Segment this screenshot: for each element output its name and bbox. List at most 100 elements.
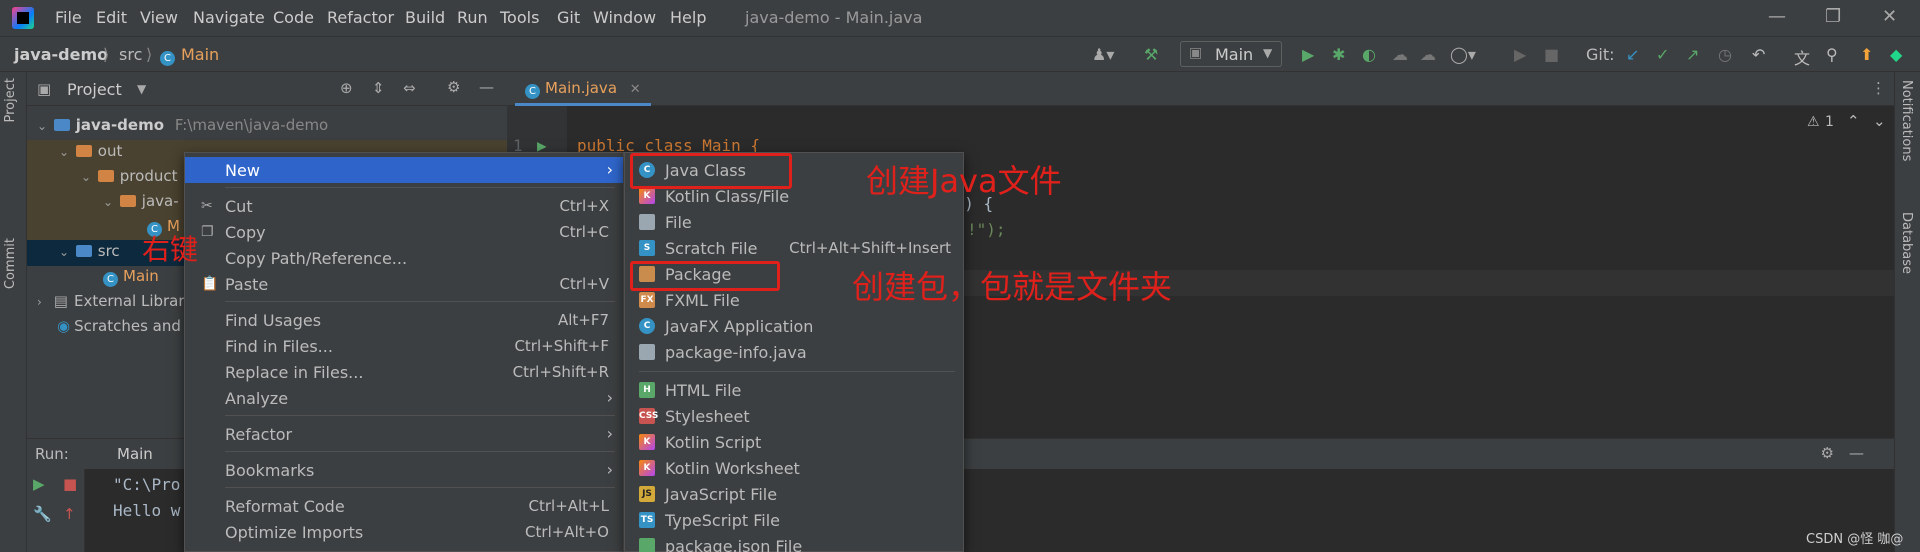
fxml-file-icon: FX xyxy=(639,292,655,308)
run-icon[interactable]: ▶ xyxy=(1302,45,1314,64)
menu-item-new[interactable]: New › xyxy=(185,157,623,183)
breadcrumb-src[interactable]: src xyxy=(119,45,142,64)
search-icon[interactable]: ⚲ xyxy=(1826,45,1838,64)
user-icon[interactable]: ♟▾ xyxy=(1092,45,1114,64)
menu-item-copy-path[interactable]: Copy Path/Reference... xyxy=(185,245,623,271)
highlight-box-package xyxy=(630,261,780,291)
tree-item-src[interactable]: ⌄ src xyxy=(59,242,120,260)
translate-icon[interactable]: 文 xyxy=(1794,45,1810,69)
menu-view[interactable]: View xyxy=(140,8,178,27)
breadcrumb-project[interactable]: java-demo xyxy=(14,45,108,64)
menu-item-cut[interactable]: ✂ Cut Ctrl+X xyxy=(185,193,623,219)
debug-icon[interactable]: ✱ xyxy=(1332,45,1345,64)
submenu-item-typescript-file[interactable]: TS TypeScript File xyxy=(625,507,963,533)
left-tool-stripe: Project Commit xyxy=(0,72,27,552)
breadcrumb-main[interactable]: Main xyxy=(181,45,219,64)
submenu-item-package-info[interactable]: package-info.java xyxy=(625,339,963,365)
close-tab-icon[interactable]: ✕ xyxy=(630,82,641,97)
profile-icon[interactable]: ☁ xyxy=(1392,45,1408,64)
tab-commit[interactable]: Commit xyxy=(3,238,18,289)
more-run-icon[interactable]: ◯▾ xyxy=(1450,45,1476,64)
divider xyxy=(225,487,615,488)
git-update-icon[interactable]: ↙ xyxy=(1626,45,1639,64)
menu-item-copy[interactable]: ❐ Copy Ctrl+C xyxy=(185,219,623,245)
tab-main-java[interactable]: C Main.java ✕ xyxy=(515,72,651,106)
tree-item-main[interactable]: C Main xyxy=(103,267,159,287)
tree-item-java-demo-out[interactable]: ⌄ java- xyxy=(103,192,179,210)
rollback-icon[interactable]: ↶ xyxy=(1752,45,1765,64)
menu-window[interactable]: Window xyxy=(593,8,656,27)
attach-icon[interactable]: ☁ xyxy=(1420,45,1436,64)
gear-icon[interactable]: ⚙ xyxy=(447,78,460,96)
menu-item-find-in-files[interactable]: Find in Files... Ctrl+Shift+F xyxy=(185,333,623,359)
wrench-icon[interactable]: 🔧 xyxy=(33,505,52,523)
stop-icon[interactable]: ■ xyxy=(63,475,77,493)
git-push-icon[interactable]: ↗ xyxy=(1686,45,1699,64)
menu-item-find-usages[interactable]: Find Usages Alt+F7 xyxy=(185,307,623,333)
clipboard-icon: 📋 xyxy=(201,276,219,292)
menu-item-paste[interactable]: 📋 Paste Ctrl+V xyxy=(185,271,623,297)
expand-all-icon[interactable]: ⇕ xyxy=(372,79,385,97)
menu-navigate[interactable]: Navigate xyxy=(193,8,265,27)
more-options-icon[interactable]: ⋮ xyxy=(1871,79,1886,97)
git-commit-icon[interactable]: ✓ xyxy=(1656,45,1669,64)
submenu-item-html-file[interactable]: H HTML File xyxy=(625,377,963,403)
submenu-item-stylesheet[interactable]: CSS Stylesheet xyxy=(625,403,963,429)
chevron-up-icon[interactable]: ⌃ xyxy=(1847,112,1860,130)
menu-item-replace-in-files[interactable]: Replace in Files... Ctrl+Shift+R xyxy=(185,359,623,385)
run-tab-main[interactable]: Main xyxy=(117,445,153,463)
submenu-item-javafx-application[interactable]: C JavaFX Application xyxy=(625,313,963,339)
project-panel-title[interactable]: Project xyxy=(67,80,122,99)
restore-icon[interactable]: ❐ xyxy=(1825,6,1841,27)
chevron-down-icon: ⌄ xyxy=(59,145,70,159)
close-icon[interactable]: ✕ xyxy=(1882,6,1897,27)
tree-item-project-root[interactable]: ⌄ java-demo F:\maven\java-demo xyxy=(37,116,328,134)
chevron-down-icon[interactable]: ⌄ xyxy=(1873,112,1886,130)
minimize-icon[interactable]: — xyxy=(1768,6,1786,27)
warning-icon[interactable]: ⚠ xyxy=(1807,114,1820,130)
build-hammer-icon[interactable]: ⚒ xyxy=(1144,45,1158,64)
git-history-icon[interactable]: ◷ xyxy=(1718,45,1732,64)
tree-item-out[interactable]: ⌄ out xyxy=(59,142,122,160)
menu-item-bookmarks[interactable]: Bookmarks › xyxy=(185,457,623,483)
tab-project[interactable]: Project xyxy=(3,78,18,122)
submenu-item-scratch-file[interactable]: S Scratch File Ctrl+Alt+Shift+Insert xyxy=(625,235,963,261)
tree-item-production[interactable]: ⌄ product xyxy=(81,167,177,185)
menu-item-reformat-code[interactable]: Reformat Code Ctrl+Alt+L xyxy=(185,493,623,519)
menu-code[interactable]: Code xyxy=(273,8,314,27)
tab-database[interactable]: Database xyxy=(1899,212,1914,274)
arrow-up-icon[interactable]: ↑ xyxy=(63,505,76,523)
coverage-icon[interactable]: ◐ xyxy=(1362,45,1376,64)
menu-git[interactable]: Git xyxy=(557,8,580,27)
menu-item-refactor[interactable]: Refactor › xyxy=(185,421,623,447)
tab-notifications[interactable]: Notifications xyxy=(1899,80,1914,161)
hide-icon[interactable]: — xyxy=(479,78,494,96)
chevron-down-icon[interactable]: ▼ xyxy=(137,82,146,96)
hide-icon[interactable]: — xyxy=(1849,444,1864,462)
submenu-item-package-json[interactable]: package.json File xyxy=(625,533,963,552)
collapse-all-icon[interactable]: ⇔ xyxy=(403,79,416,97)
menu-run[interactable]: Run xyxy=(457,8,488,27)
tree-item-external-libraries[interactable]: › ▤ External Librar xyxy=(37,292,185,310)
update-icon[interactable]: ⬆ xyxy=(1860,45,1873,64)
submenu-item-kotlin-worksheet[interactable]: K Kotlin Worksheet xyxy=(625,455,963,481)
tree-item-scratches[interactable]: ◉ Scratches and xyxy=(57,317,181,335)
menu-file[interactable]: File xyxy=(55,8,82,27)
stop-icon[interactable]: ■ xyxy=(1544,45,1559,64)
menu-tools[interactable]: Tools xyxy=(500,8,539,27)
menu-build[interactable]: Build xyxy=(405,8,445,27)
menu-item-analyze[interactable]: Analyze › xyxy=(185,385,623,411)
submenu-item-file[interactable]: File xyxy=(625,209,963,235)
gear-icon[interactable]: ⚙ xyxy=(1821,444,1834,462)
menu-help[interactable]: Help xyxy=(670,8,706,27)
locate-icon[interactable]: ⊕ xyxy=(340,79,353,97)
menu-item-optimize-imports[interactable]: Optimize Imports Ctrl+Alt+O xyxy=(185,519,623,545)
submenu-item-javascript-file[interactable]: JS JavaScript File xyxy=(625,481,963,507)
resume-icon[interactable]: ▶ xyxy=(1514,45,1526,64)
submenu-item-kotlin-script[interactable]: K Kotlin Script xyxy=(625,429,963,455)
menu-edit[interactable]: Edit xyxy=(96,8,127,27)
run-configuration-select[interactable]: ▣ Main ▼ xyxy=(1180,41,1282,67)
rerun-icon[interactable]: ▶ xyxy=(33,475,45,493)
plugin-logo-icon[interactable]: ◆ xyxy=(1890,45,1902,64)
menu-refactor[interactable]: Refactor xyxy=(327,8,394,27)
